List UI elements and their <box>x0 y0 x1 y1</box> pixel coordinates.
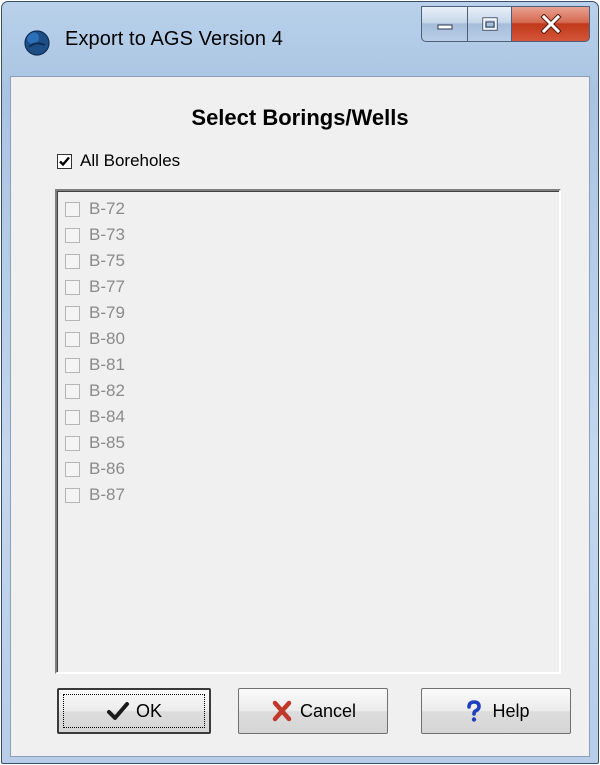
borehole-label: B-87 <box>89 485 125 504</box>
borehole-label: B-81 <box>89 355 125 374</box>
list-item[interactable]: B-77 <box>65 274 125 300</box>
boreholes-listbox[interactable]: B-72 B-73 B-75 B-77 B-79 B-80 B-81 B-82 B-84 B-85… <box>55 189 561 674</box>
borehole-checkbox[interactable] <box>65 435 80 451</box>
maximize-icon <box>481 17 498 31</box>
borehole-checkbox[interactable] <box>65 487 80 503</box>
borehole-label: B-75 <box>89 251 125 270</box>
ok-button[interactable]: OK <box>57 688 211 734</box>
list-item[interactable]: B-75 <box>65 248 125 274</box>
borehole-checkbox[interactable] <box>65 357 80 373</box>
list-item[interactable]: B-82 <box>65 378 125 404</box>
list-item[interactable]: B-84 <box>65 404 125 430</box>
help-button[interactable]: Help <box>421 688 571 734</box>
list-item[interactable]: B-79 <box>65 300 125 326</box>
borehole-checkbox[interactable] <box>65 383 80 399</box>
borehole-checkbox[interactable] <box>65 461 80 477</box>
borehole-label: B-84 <box>89 407 125 426</box>
borehole-label: B-73 <box>89 225 125 244</box>
question-mark-icon <box>467 700 482 722</box>
minimize-icon <box>437 24 452 30</box>
borehole-checkbox[interactable] <box>65 305 80 321</box>
list-item[interactable]: B-86 <box>65 456 125 482</box>
app-icon <box>24 30 50 56</box>
list-item[interactable]: B-81 <box>65 352 125 378</box>
title-bar[interactable]: Export to AGS Version 4 <box>2 2 598 76</box>
borehole-checkbox[interactable] <box>65 409 80 425</box>
borehole-checkbox[interactable] <box>65 227 80 243</box>
minimize-button[interactable] <box>421 6 468 42</box>
help-button-label: Help <box>492 700 530 721</box>
borehole-label: B-77 <box>89 277 125 296</box>
borehole-label: B-72 <box>89 199 125 218</box>
all-boreholes-label: All Boreholes <box>80 151 181 170</box>
borehole-checkbox[interactable] <box>65 279 80 295</box>
list-item[interactable]: B-73 <box>65 222 125 248</box>
all-boreholes-row[interactable]: All Boreholes <box>57 151 180 171</box>
borehole-checkbox[interactable] <box>65 253 80 269</box>
x-mark-icon <box>272 700 292 722</box>
borehole-checkbox[interactable] <box>65 331 80 347</box>
list-item[interactable]: B-85 <box>65 430 125 456</box>
caption-buttons <box>421 6 590 42</box>
dialog-client-area: Select Borings/Wells All Boreholes B-72 B… <box>10 76 590 757</box>
checkmark-icon <box>59 156 70 166</box>
all-boreholes-checkbox[interactable] <box>57 153 72 169</box>
close-button[interactable] <box>512 6 590 42</box>
maximize-button[interactable] <box>468 6 512 42</box>
borehole-checkbox[interactable] <box>65 201 80 217</box>
borehole-label: B-80 <box>89 329 125 348</box>
borehole-label: B-86 <box>89 459 125 478</box>
dialog-window: Export to AGS Version 4 Select Borings/W… <box>1 1 599 764</box>
focus-rectangle <box>63 694 205 728</box>
ok-button-label: OK <box>135 700 162 721</box>
list-item[interactable]: B-87 <box>65 482 125 508</box>
list-item[interactable]: B-72 <box>65 196 125 222</box>
borehole-label: B-85 <box>89 433 125 452</box>
close-icon <box>539 14 562 34</box>
borehole-label: B-79 <box>89 303 125 322</box>
boreholes-list: B-72 B-73 B-75 B-77 B-79 B-80 B-81 B-82 B-84 B-85… <box>65 196 125 508</box>
cancel-button-label: Cancel <box>299 700 357 721</box>
checkmark-icon <box>106 702 129 720</box>
window-title: Export to AGS Version 4 <box>65 28 283 50</box>
dialog-heading: Select Borings/Wells <box>191 105 409 130</box>
list-item[interactable]: B-80 <box>65 326 125 352</box>
cancel-button[interactable]: Cancel <box>238 688 388 734</box>
borehole-label: B-82 <box>89 381 125 400</box>
